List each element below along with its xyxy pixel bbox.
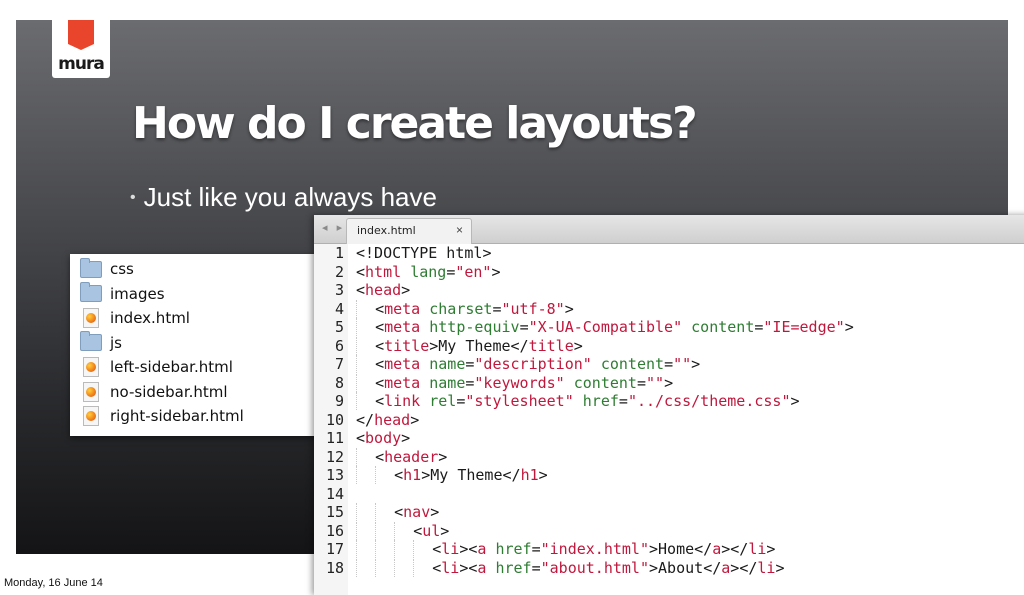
bullet-item: • Just like you always have	[130, 182, 437, 213]
firefox-html-icon	[80, 406, 102, 426]
code-line: 16 <ul>	[314, 521, 1024, 541]
file-list-item[interactable]: left-sidebar.html	[80, 356, 233, 378]
editor-tab-bar: ◂ ▸ index.html ×	[314, 215, 1024, 244]
file-name: images	[110, 284, 165, 303]
code-line: 15 <nav>	[314, 503, 1024, 522]
code-line: 3 <head>	[314, 281, 1024, 300]
line-number: 17	[325, 540, 344, 558]
line-number: 8	[334, 373, 344, 392]
code-text: <nav>	[356, 503, 439, 522]
tab-label: index.html	[357, 224, 416, 237]
code-line: 7 <meta name="description" content="">	[314, 355, 1024, 374]
code-text: <meta charset="utf-8">	[356, 299, 574, 319]
code-text: <body>	[356, 429, 411, 447]
code-text: <li><a href="index.html">Home</a></li>	[356, 540, 775, 559]
code-text: <head>	[356, 281, 411, 299]
line-number: 12	[325, 447, 344, 466]
code-text: <!DOCTYPE html>	[356, 244, 492, 262]
line-number: 18	[325, 558, 344, 577]
folder-icon	[80, 257, 102, 279]
code-text: <meta name="description" content="">	[356, 355, 700, 374]
code-line: 11 <body>	[314, 429, 1024, 448]
mura-logo: mura	[52, 20, 110, 78]
code-line: 8 <meta name="keywords" content="">	[314, 373, 1024, 393]
file-list-item[interactable]: css	[80, 257, 134, 280]
line-number: 7	[334, 355, 344, 373]
bullet-text: Just like you always have	[143, 182, 437, 212]
code-text: <li><a href="about.html">About</a></li>	[356, 558, 784, 578]
folder-icon	[80, 282, 102, 304]
code-line: 4 <meta charset="utf-8">	[314, 299, 1024, 319]
line-number: 3	[334, 281, 344, 299]
code-text: <ul>	[356, 521, 449, 541]
code-text: <meta http-equiv="X-UA-Compatible" conte…	[356, 318, 854, 337]
line-number: 1	[334, 244, 344, 262]
close-icon[interactable]: ×	[456, 223, 463, 237]
firefox-html-icon	[80, 357, 102, 377]
code-text: <header>	[356, 447, 447, 467]
file-listing: css images index.html js left-sidebar.html no…	[70, 254, 324, 436]
tab-nav-arrows-icon[interactable]: ◂ ▸	[322, 221, 345, 234]
line-number: 2	[334, 262, 344, 281]
code-text: <html lang="en">	[356, 262, 501, 281]
code-text: <meta name="keywords" content="">	[356, 373, 673, 393]
line-number: 6	[334, 336, 344, 355]
file-name: left-sidebar.html	[110, 358, 233, 376]
line-number: 13	[325, 466, 344, 484]
line-number: 15	[325, 503, 344, 521]
bullet-dot-icon: •	[130, 189, 136, 206]
file-name: no-sidebar.html	[110, 382, 228, 401]
code-text: <h1>My Theme</h1>	[356, 466, 548, 485]
file-list-item[interactable]: no-sidebar.html	[80, 381, 228, 403]
code-text: </head>	[356, 410, 420, 429]
code-editor-window: ◂ ▸ index.html × 1 <!DOCTYPE html> 2 <html …	[314, 215, 1024, 595]
code-line: 1 <!DOCTYPE html>	[314, 244, 1024, 263]
file-name: index.html	[110, 309, 190, 327]
line-number: 11	[325, 429, 344, 447]
file-name: js	[110, 333, 122, 352]
file-name: right-sidebar.html	[110, 407, 244, 425]
code-text: <link rel="stylesheet" href="../css/them…	[356, 392, 800, 411]
file-list-item[interactable]: right-sidebar.html	[80, 405, 244, 427]
tab-index-html[interactable]: index.html ×	[346, 218, 472, 244]
logo-wordmark: mura	[58, 54, 105, 74]
line-number: 10	[325, 410, 344, 429]
code-text: <title>My Theme</title>	[356, 336, 583, 356]
line-number: 5	[334, 318, 344, 336]
firefox-html-icon	[80, 381, 102, 402]
code-line: 6 <title>My Theme</title>	[314, 336, 1024, 356]
logo-flag-icon	[68, 20, 94, 50]
code-line: 18 <li><a href="about.html">About</a></l…	[314, 558, 1024, 578]
folder-icon	[80, 331, 102, 353]
line-number: 16	[325, 521, 344, 540]
code-line: 17 <li><a href="index.html">Home</a></li…	[314, 540, 1024, 559]
file-list-item[interactable]: js	[80, 331, 122, 354]
code-line: 10 </head>	[314, 411, 1024, 430]
footer-date: Monday, 16 June 14	[4, 577, 103, 589]
file-name: css	[110, 260, 134, 278]
line-number: 4	[334, 299, 344, 318]
code-line: 12 <header>	[314, 447, 1024, 467]
code-line: 5 <meta http-equiv="X-UA-Compatible" con…	[314, 318, 1024, 337]
code-line: 14	[314, 485, 1024, 504]
code-line: 13 <h1>My Theme</h1>	[314, 466, 1024, 485]
slide-title: How do I create layouts?	[132, 98, 698, 149]
line-number: 14	[325, 484, 344, 503]
line-number: 9	[334, 392, 344, 410]
file-list-item[interactable]: images	[80, 282, 165, 305]
code-line: 9 <link rel="stylesheet" href="../css/th…	[314, 392, 1024, 411]
code-line: 2 <html lang="en">	[314, 263, 1024, 282]
file-list-item[interactable]: index.html	[80, 307, 190, 329]
firefox-html-icon	[80, 308, 102, 328]
code-area[interactable]: 1 <!DOCTYPE html> 2 <html lang="en"> 3 <head>…	[314, 244, 1024, 577]
